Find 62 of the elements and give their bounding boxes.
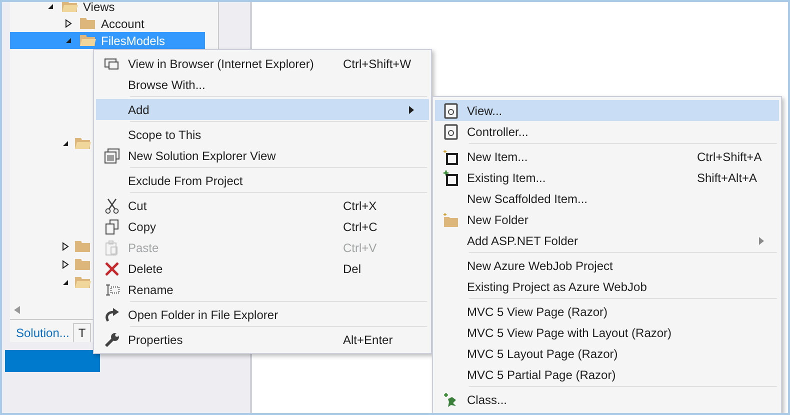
expanded-arrow-icon[interactable] [62,278,69,286]
collapsed-arrow-icon[interactable] [62,242,69,250]
folder-icon [75,240,91,252]
menu-item[interactable]: View in Browser (Internet Explorer) Ctrl+Shift+W [96,53,429,74]
menu-item[interactable]: Controller... [435,121,779,142]
folder-icon [80,17,96,30]
window-icon [104,148,120,164]
folder-icon [62,2,78,13]
rename-icon [104,282,120,298]
tree-item[interactable]: Account [10,15,218,32]
submenu-arrow-icon [409,106,414,114]
menu-item[interactable]: MVC 5 Partial Page (Razor) [435,364,779,385]
tree-item[interactable]: Views [10,2,218,15]
menu-item[interactable]: Add ASP.NET Folder [435,230,779,251]
menu-item[interactable]: Properties Alt+Enter [96,329,429,350]
folder-icon [75,136,91,150]
collapsed-arrow-icon[interactable] [62,260,69,268]
menu-item[interactable]: Class... [435,389,779,410]
menu-item[interactable]: New Azure WebJob Project [435,255,779,276]
menu-item[interactable]: Copy Ctrl+C [96,216,429,237]
add-item-icon [443,170,459,186]
menu-item[interactable]: Rename [96,279,429,300]
menu-item[interactable]: Existing Project as Azure WebJob [435,276,779,297]
tab[interactable]: Solution... [12,324,74,342]
menu-item[interactable]: New Solution Explorer View [96,145,429,166]
menu-item[interactable]: Cut Ctrl+X [96,195,429,216]
menu-item[interactable]: View... [435,100,779,121]
menu-item[interactable]: New Folder [435,209,779,230]
expanded-arrow-icon[interactable] [47,3,54,10]
menu-item[interactable]: MVC 5 Layout Page (Razor) [435,343,779,364]
collapsed-arrow-icon[interactable] [65,19,72,28]
browser-icon [104,56,120,72]
tab[interactable]: T [73,323,91,342]
expanded-arrow-icon[interactable] [65,37,72,44]
menu-item[interactable]: Browse With... [96,74,429,95]
menu-item[interactable]: MVC 5 View Page with Layout (Razor) [435,322,779,343]
class-icon [443,392,459,408]
menu-item[interactable]: Add [96,99,429,120]
clipboard-icon [104,240,120,256]
page-icon [443,124,459,140]
submenu-arrow-icon [759,236,764,244]
menu-item[interactable]: New Scaffolded Item... [435,188,779,209]
scissors-icon [104,198,120,214]
menu-item[interactable]: Exclude From Project [96,170,429,191]
folder-icon [75,258,91,270]
menu-item[interactable]: Existing Item... Shift+Alt+A [435,167,779,188]
menu-item[interactable]: New Item... Ctrl+Shift+A [435,146,779,167]
menu-item[interactable]: MVC 5 View Page (Razor) [435,301,779,322]
delete-icon [104,260,120,276]
new-folder-icon [443,212,459,228]
menu-item[interactable]: Delete Del [96,258,429,279]
wrench-icon [104,332,120,348]
expanded-arrow-icon[interactable] [62,140,69,146]
scroll-left-icon[interactable] [14,306,20,314]
folder-icon [75,276,91,288]
copy-icon [104,218,120,234]
page-icon [443,102,459,118]
menu-item[interactable]: Scope to This [96,124,429,145]
folder-icon [80,34,96,47]
redo-arrow-icon [104,306,120,322]
menu-item[interactable]: Open Folder in File Explorer [96,304,429,325]
new-item-icon [443,148,459,164]
